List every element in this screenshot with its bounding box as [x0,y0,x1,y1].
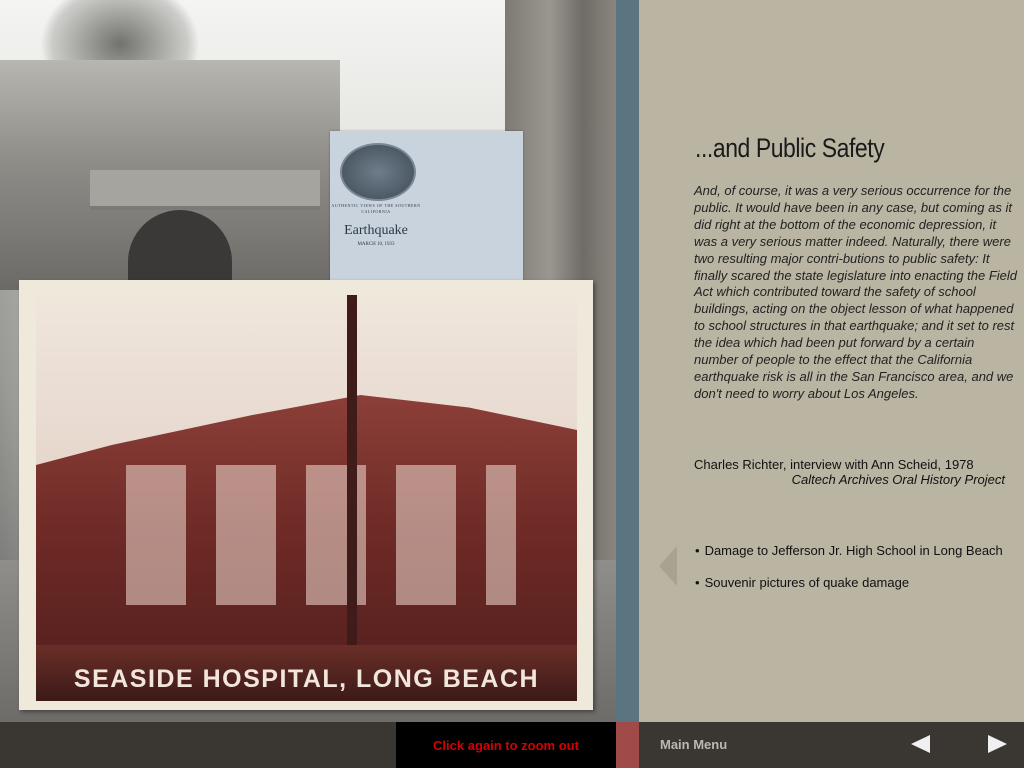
column-divider [616,0,639,722]
background-portico [90,170,320,210]
hospital-caption: SEASIDE HOSPITAL, LONG BEACH [73,665,540,693]
bottom-bar: Click again to zoom out Main Menu [0,722,1024,768]
nav-area: Main Menu [639,722,1024,768]
souvenir-envelope-photo[interactable]: AUTHENTIC VIEWS OF THE SOUTHERN CALIFORN… [330,131,523,280]
bullet-dot-icon: • [695,575,700,590]
souvenir-date: MARCH 10, 1933 [357,242,395,247]
page-title: ...and Public Safety [695,133,885,163]
hospital-windows [96,465,516,605]
hospital-photo: SEASIDE HOSPITAL, LONG BEACH [36,295,577,701]
zoom-out-label: Click again to zoom out [433,737,579,753]
bullet-item-jefferson[interactable]: • Damage to Jefferson Jr. High School in … [695,543,1003,558]
citation-source: Caltech Archives Oral History Project [791,472,1005,487]
triangle-left-icon[interactable] [659,546,677,586]
hospital-photo-card[interactable]: SEASIDE HOSPITAL, LONG BEACH [19,280,593,710]
arrow-left-icon[interactable] [911,735,930,753]
text-panel: ...and Public Safety And, of course, it … [639,0,1024,722]
arrow-right-icon[interactable] [988,735,1007,753]
souvenir-oval-image [340,143,416,201]
photo-area[interactable]: AUTHENTIC VIEWS OF THE SOUTHERN CALIFORN… [0,0,616,722]
main-menu-link[interactable]: Main Menu [660,737,727,752]
souvenir-title: Earthquake [344,223,408,238]
bullet-item-souvenir[interactable]: • Souvenir pictures of quake damage [695,575,909,590]
zoom-out-button[interactable]: Click again to zoom out [396,722,616,768]
quote-body: And, of course, it was a very serious oc… [694,183,1018,401]
citation-name: Charles Richter, interview with Ann Sche… [694,457,974,472]
utility-pole [347,295,357,655]
bottom-bar-accent [616,722,639,768]
bullet-dot-icon: • [695,543,700,558]
bullet-label: Damage to Jefferson Jr. High School in L… [704,543,1003,558]
souvenir-subtitle: AUTHENTIC VIEWS OF THE SOUTHERN CALIFORN… [331,203,421,214]
bullet-label: Souvenir pictures of quake damage [704,575,910,590]
